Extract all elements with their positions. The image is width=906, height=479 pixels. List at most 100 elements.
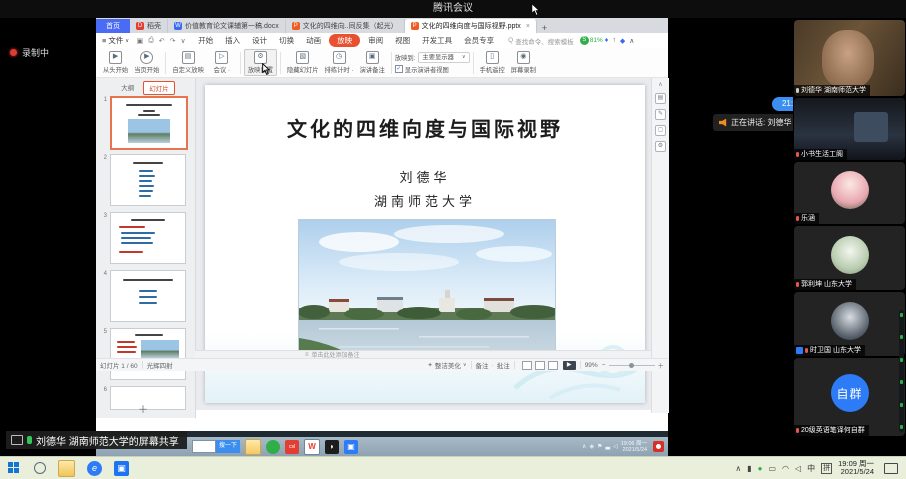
volume-icon[interactable]: ◁ <box>795 464 801 473</box>
tray-network-icon[interactable]: ▃ <box>605 443 610 450</box>
mic-toolbar-icon[interactable]: ♦ <box>603 37 611 44</box>
menu-tab-member[interactable]: 会员专享 <box>458 34 500 47</box>
meeting-button[interactable]: ▷会议 · <box>207 50 237 75</box>
menu-tab-transition[interactable]: 切换 <box>273 34 300 47</box>
tray-phone-icon[interactable]: ▮ <box>747 464 751 473</box>
undo-icon[interactable]: ↶ <box>156 37 167 45</box>
search-go-button[interactable]: 搜一下 <box>216 440 240 453</box>
battery-icon[interactable]: ▭ <box>768 464 776 473</box>
netdisk-taskbar-icon[interactable]: csl <box>285 440 299 454</box>
new-slide-button[interactable]: ＋ <box>138 401 148 416</box>
action-center-icon[interactable] <box>884 463 898 474</box>
shared-clock[interactable]: 19:06 周一 2021/5/24 <box>621 441 647 453</box>
zoom-in-button[interactable]: ＋ <box>658 360 665 370</box>
participant-tile-heziqun[interactable]: 自群 20级英语笔译何自群 <box>794 358 905 436</box>
slide-thumbnail-2[interactable]: 2 <box>100 154 186 206</box>
tray-flag-icon[interactable]: ⚑ <box>597 443 602 450</box>
notes-toggle[interactable]: 备注 <box>476 360 489 370</box>
new-tab-button[interactable]: + <box>537 23 552 33</box>
tray-volume-icon[interactable]: ◁ <box>613 443 618 450</box>
beautify-button[interactable]: 整洁美化 <box>435 360 461 370</box>
tray-chevron-icon[interactable]: ∧ <box>735 464 741 473</box>
normal-view-icon[interactable] <box>522 361 532 370</box>
comments-toggle[interactable]: 批注 <box>497 360 510 370</box>
start-button[interactable] <box>8 462 20 474</box>
play-from-current-button[interactable]: ▶当页开始 <box>131 50 162 75</box>
menu-tab-slideshow[interactable]: 放映 <box>329 34 360 47</box>
media-taskbar-icon[interactable]: ◗ <box>325 440 339 454</box>
screen-record-button[interactable]: ◉屏幕录制 <box>508 50 539 75</box>
menu-tab-design[interactable]: 设计 <box>246 34 273 47</box>
menu-tab-start[interactable]: 开始 <box>192 34 219 47</box>
outline-tab[interactable]: 大纲 <box>116 81 139 95</box>
tab-docx[interactable]: W价值教育论文课辅第一稿.docx <box>168 19 286 33</box>
tray-chevron-icon[interactable]: ∧ <box>582 443 586 450</box>
thumbnail-current-slide[interactable] <box>110 96 188 150</box>
notes-bar[interactable]: ≡ 单击此处添加备注 <box>195 350 651 358</box>
participant-tile-guolikun[interactable]: 郭利坤 山东大学 <box>794 226 905 290</box>
zoom-slider-knob[interactable] <box>629 363 634 368</box>
menu-tab-animation[interactable]: 动画 <box>300 34 327 47</box>
comment-icon[interactable]: ◻ <box>655 125 666 136</box>
participant-tile-shiweiguo[interactable]: 时卫国 山东大学 <box>794 292 905 356</box>
display-target-select[interactable]: 主要显示器∨ <box>418 52 469 63</box>
slides-tab[interactable]: 幻灯片 <box>143 81 175 95</box>
slide-thumbnail-1[interactable]: 1 <box>100 96 188 150</box>
tab-close-icon[interactable]: × <box>526 23 530 30</box>
participant-panel-scrollbar[interactable] <box>899 310 904 432</box>
scroll-up-icon[interactable]: ∧ <box>658 81 662 88</box>
wifi-icon[interactable]: ◠ <box>782 464 789 473</box>
custom-show-button[interactable]: ▤自定义放映 <box>169 50 206 75</box>
speaker-notes-button[interactable]: ▣演讲备注 <box>357 50 388 75</box>
participant-tile-lehan[interactable]: 乐涵 <box>794 162 905 224</box>
presenter-view-checkbox[interactable]: ✓显示演讲者视图 <box>395 65 470 74</box>
edit-icon[interactable]: ✎ <box>655 109 666 120</box>
slide-thumbnail-5[interactable]: 5 <box>100 328 186 380</box>
command-search[interactable]: Q查找命令、搜索模板 <box>508 36 574 46</box>
browser-taskbar-icon[interactable] <box>266 440 280 454</box>
hide-slide-button[interactable]: ▧隐藏幻灯片 <box>284 50 321 75</box>
file-menu-button[interactable]: ≡文件∨ <box>96 35 134 46</box>
ime-indicator[interactable]: 中 <box>807 463 815 474</box>
zoom-slider[interactable] <box>609 365 655 366</box>
menu-tab-view[interactable]: 视图 <box>389 34 416 47</box>
pane-icon[interactable]: ▤ <box>655 93 666 104</box>
redo-icon[interactable]: ↷ <box>167 37 178 45</box>
collapse-ribbon-icon[interactable]: ∧ <box>627 37 636 45</box>
slideshow-play-button[interactable]: ▶ <box>563 361 576 370</box>
zoom-out-button[interactable]: − <box>602 362 606 369</box>
tray-360-icon[interactable]: ● <box>758 464 763 473</box>
cortana-search-icon[interactable] <box>34 462 46 474</box>
rehearse-timing-button[interactable]: ◷排练计时 · <box>322 50 357 75</box>
meeting-taskbar-icon[interactable]: ▣ <box>344 440 358 454</box>
recorder-tray-icon[interactable] <box>653 441 664 452</box>
reading-view-icon[interactable] <box>548 361 558 370</box>
menu-tab-insert[interactable]: 插入 <box>219 34 246 47</box>
print-icon[interactable]: ⎙ <box>146 37 157 45</box>
more-icon[interactable]: ∨ <box>178 37 188 45</box>
tab-ppt-other[interactable]: P文化的四维向..同反集（起光） <box>286 19 405 33</box>
member-diamond-icon[interactable]: ◆ <box>618 37 627 45</box>
show-settings-button[interactable]: ⚙放映设置 <box>244 49 277 76</box>
menu-tab-devtools[interactable]: 开发工具 <box>416 34 458 47</box>
participant-tile-xiaoshusheng[interactable]: 小书生活工阁 <box>794 98 905 160</box>
menu-tab-review[interactable]: 审阅 <box>362 34 389 47</box>
tencent-meeting-icon[interactable]: ▣ <box>114 461 129 476</box>
file-explorer-icon[interactable] <box>58 460 75 477</box>
upload-icon[interactable]: ↑ <box>610 37 618 44</box>
sync-status-badge[interactable]: S81% <box>580 36 603 45</box>
shared-search-box[interactable]: 搜一下 <box>192 440 240 453</box>
edge-browser-icon[interactable]: e <box>87 461 102 476</box>
phone-remote-button[interactable]: ▯手机遥控 <box>477 50 508 75</box>
ime-pinyin-indicator[interactable]: 拼 <box>821 463 832 474</box>
play-from-start-button[interactable]: ▶从头开始 <box>100 50 131 75</box>
sorter-view-icon[interactable] <box>535 361 545 370</box>
slide-thumbnail-4[interactable]: 4 <box>100 270 186 322</box>
explorer-taskbar-icon[interactable] <box>245 439 261 455</box>
slide-thumbnail-3[interactable]: 3 <box>100 212 186 264</box>
save-icon[interactable]: ▣ <box>134 37 146 45</box>
tab-ppt-active[interactable]: P文化的四维向度与国际视野.pptx× <box>405 19 537 33</box>
taskbar-clock[interactable]: 19:09 周一 2021/5/24 <box>838 460 874 477</box>
tab-home[interactable]: 首页 <box>96 19 130 33</box>
tab-docer[interactable]: D稻壳 <box>130 19 168 33</box>
